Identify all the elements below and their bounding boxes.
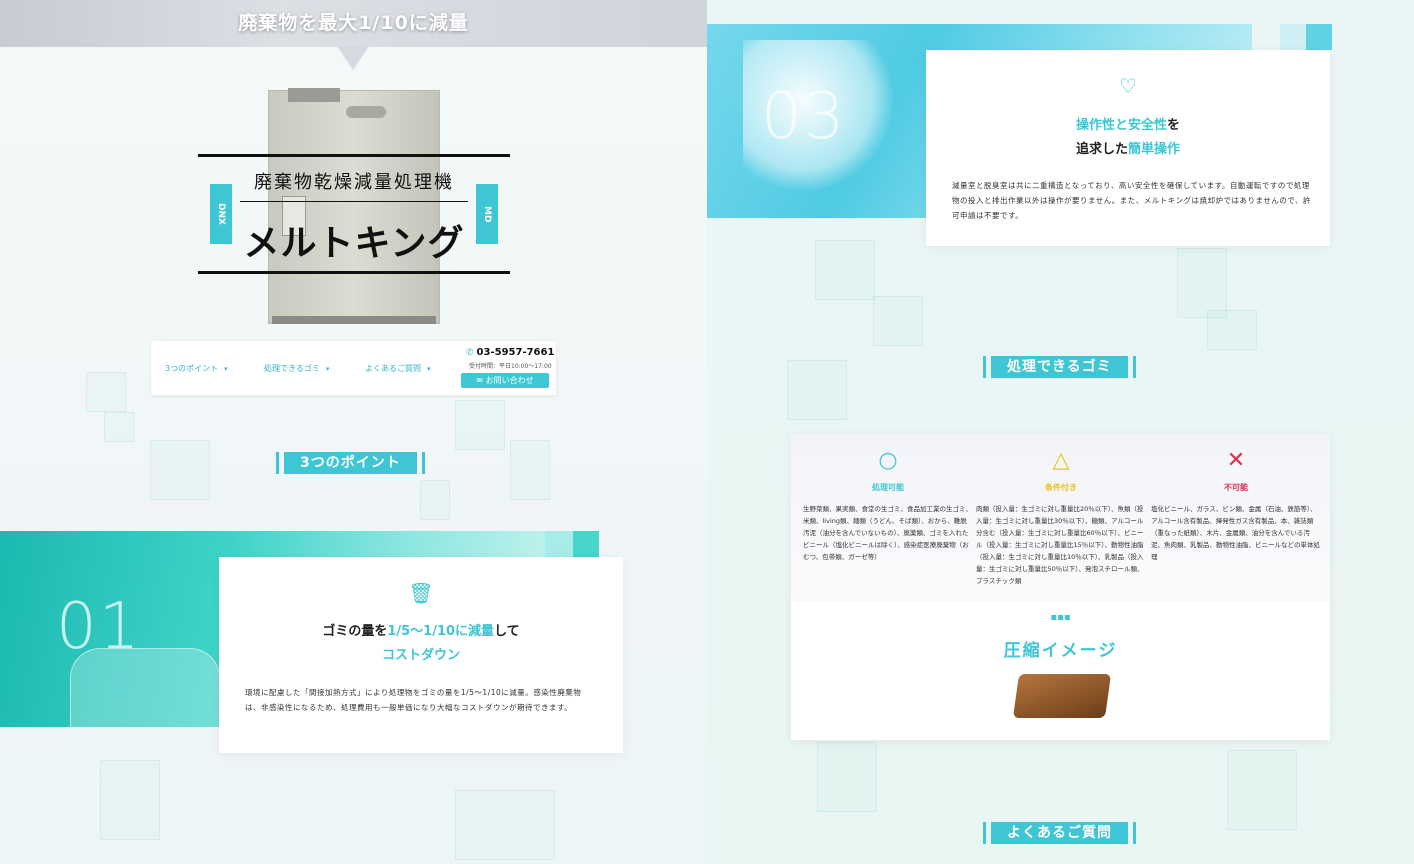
phone-number[interactable]: ✆ 03-5957-7661 <box>466 347 554 358</box>
tag-dnx: DNX <box>210 184 232 244</box>
decor-strip <box>573 531 599 557</box>
point01-number: 01 <box>56 590 142 664</box>
nav-item-faq[interactable]: よくあるご質問 ▾ <box>365 363 431 374</box>
phone-icon: ✆ <box>466 348 474 358</box>
point03-body: 減量室と脱臭室は共に二重構造となっており、高い安全性を確保しています。自動運転で… <box>952 181 1312 220</box>
machine-top <box>288 88 340 102</box>
decor-strip <box>1306 24 1332 50</box>
right-column: 03 ♡ 操作性と安全性を 追求した簡単操作 減量室と脱臭室は共に二重構造となっ… <box>707 0 1414 864</box>
trash-icon: 🗑 <box>408 581 434 605</box>
garbage-table: ○ 処理可能 生野菜類、果実類、食堂の生ゴミ、食品加工業の生ゴミ、米類、livi… <box>791 434 1330 740</box>
garbage-text: 塩化ビニール、ガラス、ビン類、金属（石油、鉄筋等）、アルコール含有製品、揮発性ガ… <box>1151 505 1320 561</box>
triangle-icon: △ <box>1052 448 1070 473</box>
compress-title: 圧縮イメージ <box>1003 641 1118 661</box>
chevron-down-icon: ▾ <box>325 365 330 373</box>
garbage-text: 生野菜類、果実類、食堂の生ゴミ、食品加工業の生ゴミ、米類、living類、麺類（… <box>803 505 972 561</box>
nav-item-points[interactable]: 3つのポイント ▾ <box>165 363 228 374</box>
contact-label: お問い合わせ <box>485 376 534 385</box>
hero-title-block: 廃棄物乾燥減量処理機 メルトキング <box>198 154 510 274</box>
compress-icon: ▪▪▪ <box>1050 612 1071 623</box>
left-column: 廃棄物を最大1/10に減量 廃棄物乾燥減量処理機 メルトキング DNX MD 3… <box>0 0 707 864</box>
tag-md: MD <box>476 184 498 244</box>
point03-number: 03 <box>761 80 847 154</box>
nav-item-label: 処理できるゴミ <box>264 364 320 373</box>
section-heading-points: 3つのポイント <box>276 452 425 474</box>
contact-button[interactable]: ✉ お問い合わせ <box>461 373 549 388</box>
decor-strip <box>1280 24 1306 50</box>
garbage-label: 処理可能 <box>872 483 904 492</box>
circle-icon: ○ <box>878 448 898 473</box>
banner-text: 廃棄物を最大1/10に減量 <box>238 12 469 34</box>
point01-body: 環境に配慮した「間接加熱方式」により処理物をゴミの量を1/5〜1/10に減量。感… <box>245 688 582 712</box>
point03-card: ♡ 操作性と安全性を 追求した簡単操作 減量室と脱臭室は共に二重構造となっており… <box>926 50 1330 246</box>
point01-title-line2: コストダウン <box>381 648 460 663</box>
banner-notch <box>337 46 369 70</box>
point01-card: 🗑 ゴミの量を1/5〜1/10に減量して コストダウン 環境に配慮した「間接加熱… <box>219 557 623 753</box>
heart-check-icon: ♡ <box>1119 74 1137 98</box>
garbage-column-ng: ✕ 不可能 塩化ビニール、ガラス、ビン類、金属（石油、鉄筋等）、アルコール含有製… <box>1151 448 1321 563</box>
chevron-down-icon: ▾ <box>427 365 431 373</box>
garbage-column-conditional: △ 条件付き 肉類（投入量：生ゴミに対し重量比20％以下）、魚類（投入量：生ゴミ… <box>976 448 1146 587</box>
garbage-label: 条件付き <box>1045 483 1077 492</box>
nav-bar: 3つのポイント ▾ 処理できるゴミ ▾ よくあるご質問 ▾ ✆ 03-5957-7661… <box>151 341 556 395</box>
decor-strip <box>545 531 573 557</box>
business-hours: 受付時間：平日10:00〜17:00 <box>469 363 552 370</box>
point01-title: ゴミの量を1/5〜1/10に減量して <box>322 624 520 639</box>
garbage-label: 不可能 <box>1224 483 1248 492</box>
cross-icon: ✕ <box>1226 448 1246 473</box>
garbage-column-ok: ○ 処理可能 生野菜類、果実類、食堂の生ゴミ、食品加工業の生ゴミ、米類、livi… <box>803 448 973 563</box>
chevron-down-icon: ▾ <box>224 365 228 373</box>
garbage-text: 肉類（投入量：生ゴミに対し重量比20％以下）、魚類（投入量：生ゴミに対し重量比3… <box>976 505 1144 585</box>
section-heading-garbage: 処理できるゴミ <box>983 356 1136 378</box>
machine-feet <box>272 316 436 324</box>
point03-title-line2: 追求した簡単操作 <box>1075 142 1181 157</box>
nav-item-label: よくあるご質問 <box>365 364 421 373</box>
machine-vent <box>346 106 386 118</box>
hero-subtitle: 廃棄物乾燥減量処理機 <box>254 172 454 193</box>
top-banner: 廃棄物を最大1/10に減量 <box>0 0 707 47</box>
nav-item-label: 3つのポイント <box>165 364 219 373</box>
nav-item-garbage[interactable]: 処理できるゴミ ▾ <box>264 363 329 374</box>
phone-text: 03-5957-7661 <box>476 347 555 358</box>
point03-title: 操作性と安全性を <box>1075 118 1181 133</box>
mail-icon: ✉ <box>476 376 486 385</box>
compressed-waste-image <box>1012 674 1112 718</box>
section-heading-faq: よくあるご質問 <box>983 822 1136 844</box>
hero-title: メルトキング <box>243 223 465 264</box>
